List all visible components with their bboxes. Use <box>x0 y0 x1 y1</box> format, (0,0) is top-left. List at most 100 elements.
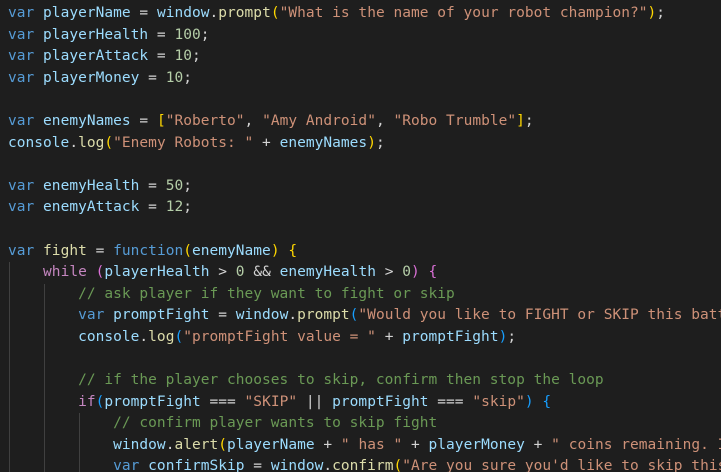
code-token: "Enemy Robots: " <box>113 134 254 151</box>
code-token: var <box>8 26 35 43</box>
code-token: window <box>235 307 289 324</box>
code-token: . <box>288 307 298 324</box>
code-line[interactable]: console.log("promptFight value = " + pro… <box>0 326 721 349</box>
code-token: = <box>148 48 175 65</box>
code-line[interactable]: var playerMoney = 10; <box>0 68 721 90</box>
code-token: 10 <box>174 48 192 65</box>
code-token: "promptFight value = " <box>183 328 376 345</box>
code-token: function <box>113 242 184 259</box>
code-token: > <box>375 264 403 281</box>
code-token: enemyHealth <box>43 177 140 194</box>
code-line[interactable]: var fight = function(enemyName) { <box>0 241 721 263</box>
code-line[interactable]: // confirm player wants to skip fight <box>0 413 721 435</box>
code-token: playerHealth <box>104 264 210 281</box>
indent-guide <box>79 456 80 472</box>
code-lines[interactable]: var playerName = window.prompt("What is … <box>0 3 721 472</box>
code-token: confirm <box>332 458 394 472</box>
code-line[interactable]: ​ <box>0 89 721 111</box>
code-token: // ask player if they want to fight or s… <box>78 285 455 302</box>
code-token: ( <box>183 242 192 259</box>
indent-guide <box>44 305 45 327</box>
code-token: { <box>542 393 552 410</box>
code-token: = <box>244 458 271 472</box>
indent-guide <box>44 370 45 392</box>
indent-guide <box>9 305 10 327</box>
code-token: > <box>209 264 236 281</box>
code-token: = <box>139 199 166 216</box>
code-token: ; <box>524 112 534 129</box>
indent-guide <box>44 326 45 349</box>
code-token: enemyName <box>191 242 271 259</box>
code-token: "Roberto" <box>165 112 245 129</box>
code-token: var <box>8 5 35 21</box>
code-token: var <box>8 177 35 194</box>
code-line[interactable]: window.alert(playerName + " has " + play… <box>0 434 721 457</box>
code-token: ) <box>647 5 657 21</box>
code-editor[interactable]: var playerName = window.prompt("What is … <box>0 0 721 472</box>
code-token: if <box>78 393 96 410</box>
code-line[interactable]: // ask player if they want to fight or s… <box>0 283 721 306</box>
code-token: ( <box>393 458 403 472</box>
code-token: + <box>314 436 341 453</box>
code-line[interactable]: if(promptFight === "SKIP" || promptFight… <box>0 391 721 414</box>
code-token: [ <box>156 112 166 129</box>
code-token: ( <box>104 134 114 151</box>
code-token: || <box>297 393 333 410</box>
code-token: ; <box>375 134 385 151</box>
code-token: = <box>130 112 157 129</box>
indent-guide <box>9 413 10 435</box>
code-line[interactable]: var enemyAttack = 12; <box>0 197 721 219</box>
code-line[interactable]: // if the player chooses to skip, confir… <box>0 370 721 392</box>
indent-guide <box>9 348 10 371</box>
code-token: = <box>209 307 236 324</box>
code-line[interactable]: console.log("Enemy Robots: " + enemyName… <box>0 133 721 155</box>
indent-guide <box>9 326 10 349</box>
code-token: "Are you sure you'd like to skip this <box>402 458 721 472</box>
code-token: var <box>8 199 35 216</box>
code-line[interactable]: var playerHealth = 100; <box>0 25 721 47</box>
code-token: enemyAttack <box>43 199 140 216</box>
code-token: var <box>8 48 35 65</box>
code-token: . <box>139 328 149 345</box>
code-token: 100 <box>174 26 201 43</box>
code-token: 12 <box>165 199 184 216</box>
indent-guide <box>9 456 10 472</box>
code-token: console <box>78 328 140 345</box>
code-token: ; <box>191 48 201 65</box>
code-token: ) <box>524 393 534 410</box>
code-token: // confirm player wants to skip fight <box>113 415 438 432</box>
code-line[interactable]: ​ <box>0 219 721 241</box>
code-line[interactable]: var enemyHealth = 50; <box>0 176 721 198</box>
code-line[interactable]: ​ <box>0 154 721 176</box>
code-token: promptFight <box>113 307 210 324</box>
code-token: playerHealth <box>43 26 149 43</box>
code-line[interactable]: var confirmSkip = window.confirm("Are yo… <box>0 456 721 472</box>
code-token: var <box>78 307 105 324</box>
indent-guide <box>9 283 10 306</box>
code-token: + <box>524 436 552 453</box>
code-line[interactable]: var promptFight = window.prompt("Would y… <box>0 305 721 327</box>
code-line[interactable]: while (playerHealth > 0 && enemyHealth >… <box>0 262 721 284</box>
code-line[interactable]: var playerAttack = 10; <box>0 46 721 68</box>
code-token: alert <box>174 436 219 453</box>
code-token: { <box>288 242 298 259</box>
code-token: playerMoney <box>43 69 140 86</box>
code-line[interactable]: var playerName = window.prompt("What is … <box>0 3 721 25</box>
code-line[interactable]: ​ <box>0 348 721 371</box>
code-token: prompt <box>218 5 271 21</box>
indent-guide <box>9 370 10 392</box>
code-token: window <box>156 5 210 21</box>
code-token: === <box>200 393 245 410</box>
code-token: + <box>375 328 403 345</box>
code-token: promptFight <box>332 393 429 410</box>
code-token: "Amy Android" <box>262 112 376 129</box>
indent-guide <box>44 348 45 371</box>
code-token: ; <box>656 5 666 21</box>
code-line[interactable]: var enemyNames = ["Roberto", "Amy Androi… <box>0 111 721 133</box>
